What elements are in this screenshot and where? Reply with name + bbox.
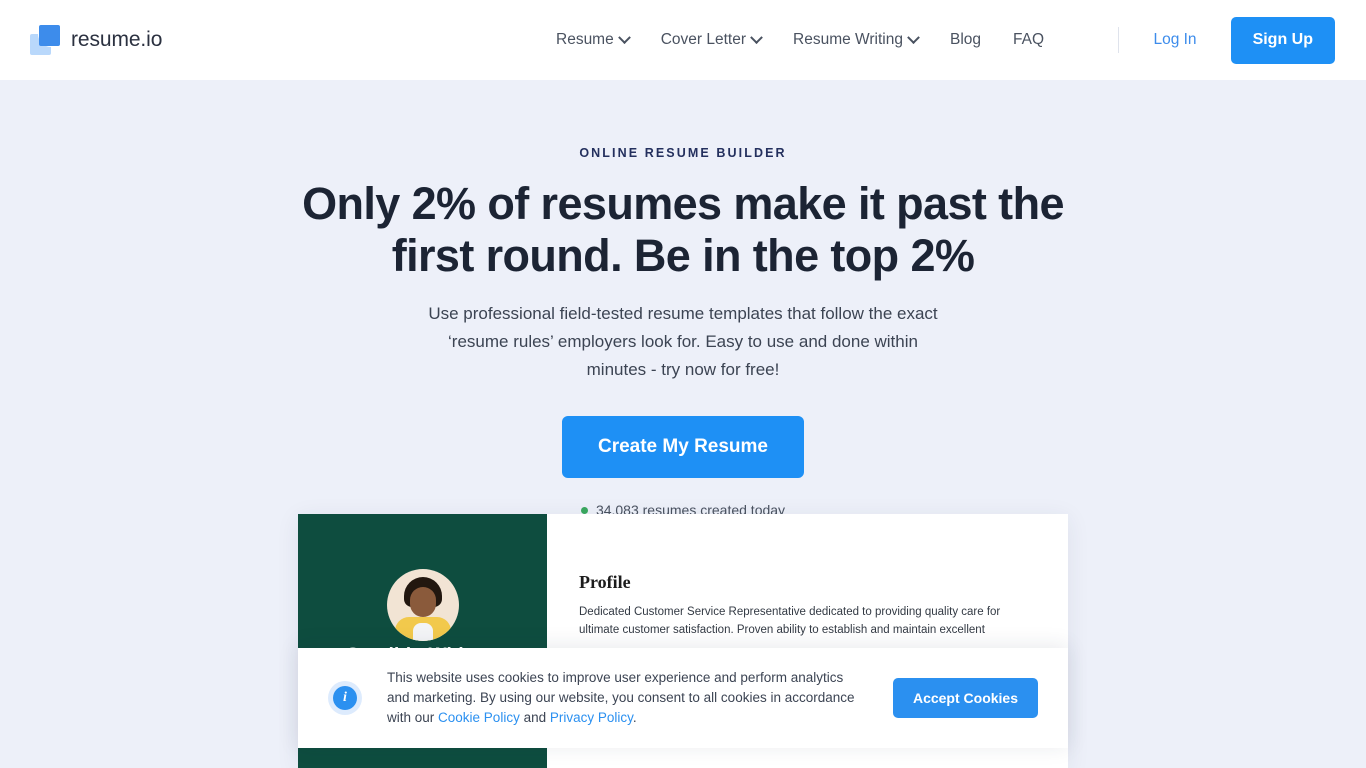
nav-item-label: Resume Writing bbox=[793, 31, 903, 48]
cookie-consent-banner: i This website uses cookies to improve u… bbox=[298, 648, 1068, 748]
chevron-down-icon bbox=[907, 30, 920, 44]
hero-cta-wrapper: Create My Resume bbox=[0, 416, 1366, 478]
subhead-line-1: Use professional field-tested resume tem… bbox=[428, 304, 938, 323]
subhead-line-3: minutes - try now for free! bbox=[586, 360, 780, 379]
header-actions: Log In Sign Up bbox=[1118, 0, 1335, 80]
chevron-down-icon bbox=[750, 30, 763, 44]
cookie-text-part-2: and bbox=[519, 710, 550, 725]
brand-logo[interactable]: resume.io bbox=[30, 0, 162, 80]
privacy-policy-link[interactable]: Privacy Policy bbox=[550, 710, 633, 725]
hero-section: ONLINE RESUME BUILDER Only 2% of resumes… bbox=[0, 80, 1366, 518]
nav-item-label: Cover Letter bbox=[660, 31, 747, 48]
login-link[interactable]: Log In bbox=[1153, 31, 1196, 49]
chevron-down-icon bbox=[617, 30, 631, 44]
site-header: resume.io Resume Cover Letter Resume Wri… bbox=[0, 0, 1366, 80]
avatar bbox=[386, 569, 459, 641]
create-my-resume-button[interactable]: Create My Resume bbox=[561, 416, 805, 478]
cookie-policy-link[interactable]: Cookie Policy bbox=[438, 710, 520, 725]
main-navigation: Resume Cover Letter Resume Writing Blog … bbox=[556, 0, 1044, 80]
nav-item-faq[interactable]: FAQ bbox=[1013, 31, 1044, 49]
subhead-line-2: ‘resume rules’ employers look for. Easy … bbox=[448, 332, 918, 351]
cookie-text-part-3: . bbox=[632, 710, 637, 725]
accept-cookies-button[interactable]: Accept Cookies bbox=[892, 678, 1038, 718]
headline-line-1: Only 2% of resumes make it past the bbox=[302, 178, 1064, 229]
status-dot-icon bbox=[580, 506, 588, 514]
nav-item-blog[interactable]: Blog bbox=[950, 31, 981, 49]
brand-name: resume.io bbox=[71, 28, 163, 51]
resume-profile-heading: Profile bbox=[579, 572, 631, 592]
nav-item-label: Resume bbox=[556, 31, 614, 48]
nav-item-cover-letter[interactable]: Cover Letter bbox=[660, 30, 763, 49]
info-icon: i bbox=[328, 681, 362, 715]
hero-subheading: Use professional field-tested resume tem… bbox=[0, 300, 1366, 384]
nav-item-resume[interactable]: Resume bbox=[556, 30, 631, 49]
nav-item-label: FAQ bbox=[1013, 31, 1045, 48]
page-root: resume.io Resume Cover Letter Resume Wri… bbox=[0, 0, 1366, 768]
signup-button[interactable]: Sign Up bbox=[1230, 16, 1335, 64]
page-title: Only 2% of resumes make it past the firs… bbox=[0, 178, 1366, 282]
nav-item-label: Blog bbox=[949, 31, 982, 48]
header-divider bbox=[1118, 27, 1120, 53]
nav-item-resume-writing[interactable]: Resume Writing bbox=[793, 30, 920, 49]
resume-io-logo-icon bbox=[30, 25, 60, 55]
headline-line-2: first round. Be in the top 2% bbox=[391, 230, 975, 281]
resume-profile-text: Dedicated Customer Service Representativ… bbox=[579, 606, 1001, 636]
hero-eyebrow: ONLINE RESUME BUILDER bbox=[579, 146, 787, 160]
cookie-banner-text: This website uses cookies to improve use… bbox=[387, 668, 863, 728]
